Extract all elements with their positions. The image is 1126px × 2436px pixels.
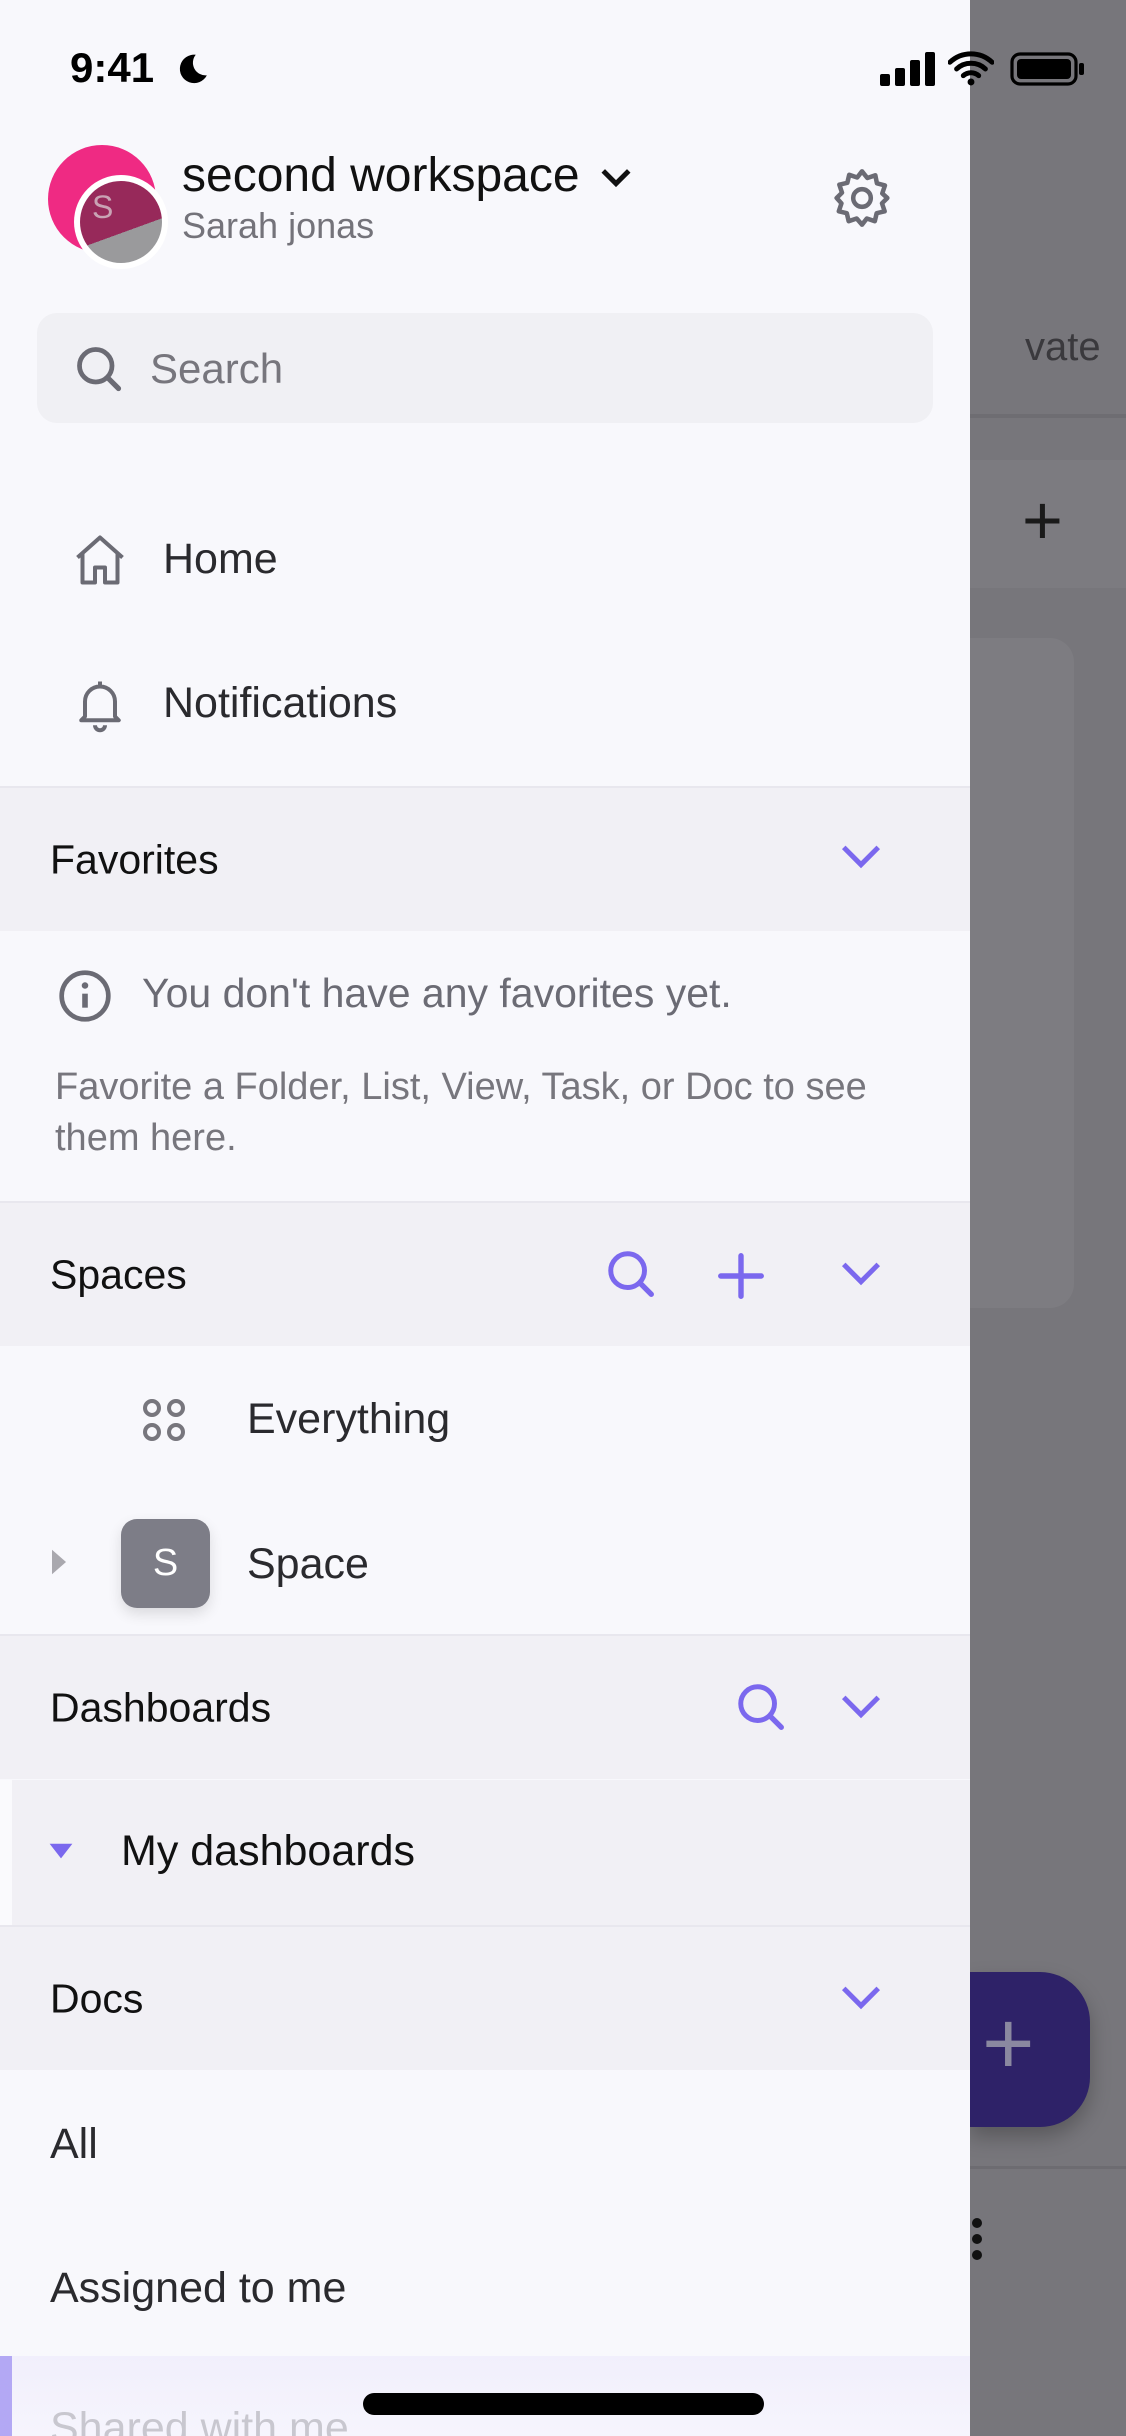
search-icon[interactable] xyxy=(734,1680,788,1734)
caret-right-icon[interactable] xyxy=(50,1548,68,1576)
spaces-header[interactable]: Spaces xyxy=(0,1201,970,1346)
home-indicator xyxy=(363,2393,764,2415)
more-icon[interactable] xyxy=(972,2218,982,2260)
search-input[interactable]: Search xyxy=(37,313,933,423)
search-icon[interactable] xyxy=(604,1247,658,1301)
battery-icon xyxy=(1010,52,1084,86)
background-tab-label: vate xyxy=(1025,325,1101,369)
moon-icon xyxy=(179,54,207,84)
plus-icon[interactable]: + xyxy=(1022,485,1063,555)
docs-item-assigned[interactable]: Assigned to me xyxy=(0,2216,970,2356)
dashboard-label: My dashboards xyxy=(121,1827,415,1875)
divider xyxy=(970,2166,1126,2169)
docs-label: Shared with me xyxy=(50,2404,349,2436)
sidebar-drawer: 9:41 S second workspace Sarah jonas Sear… xyxy=(0,0,970,2436)
grid-dots-icon xyxy=(143,1399,185,1441)
space-item-everything[interactable]: Everything xyxy=(0,1348,970,1492)
favorites-empty-description: Favorite a Folder, List, View, Task, or … xyxy=(55,1066,867,1159)
docs-item-all[interactable]: All xyxy=(0,2072,970,2216)
section-title: Favorites xyxy=(50,836,219,882)
home-icon xyxy=(76,535,124,585)
status-time: 9:41 xyxy=(70,44,155,91)
dashboard-item-my-dashboards[interactable]: My dashboards xyxy=(0,1780,970,1925)
chevron-down-icon[interactable] xyxy=(838,840,884,874)
signal-icon xyxy=(880,52,935,86)
nav-label: Notifications xyxy=(163,679,398,727)
nav-label: Home xyxy=(163,535,278,583)
info-icon xyxy=(59,970,111,1022)
section-title: Spaces xyxy=(50,1251,187,1297)
chevron-down-icon[interactable] xyxy=(838,1257,884,1291)
plus-icon: + xyxy=(982,1994,1035,2094)
chevron-down-icon xyxy=(601,169,631,188)
favorites-header[interactable]: Favorites xyxy=(0,786,970,931)
space-avatar: S xyxy=(121,1519,210,1608)
gear-icon[interactable] xyxy=(830,166,894,230)
docs-header[interactable]: Docs xyxy=(0,1925,970,2070)
chevron-down-icon[interactable] xyxy=(838,1981,884,2015)
fab-add-button[interactable]: + xyxy=(970,1972,1090,2127)
workspace-name: second workspace xyxy=(182,149,580,202)
search-placeholder: Search xyxy=(150,345,284,392)
background-card xyxy=(970,638,1074,1308)
wifi-icon xyxy=(948,51,994,86)
section-title: Dashboards xyxy=(50,1684,272,1730)
docs-label: All xyxy=(50,2120,98,2168)
chevron-down-icon[interactable] xyxy=(838,1690,884,1724)
user-name: Sarah jonas xyxy=(182,205,375,246)
nav-item-notifications[interactable]: Notifications xyxy=(0,654,970,754)
divider xyxy=(970,414,1126,418)
docs-label: Assigned to me xyxy=(50,2264,347,2312)
avatar-letter: S xyxy=(92,189,114,225)
section-title: Docs xyxy=(50,1975,144,2021)
background-screen: vate + + xyxy=(970,0,1126,2436)
space-label: Everything xyxy=(247,1395,451,1443)
nav-item-home[interactable]: Home xyxy=(0,510,970,610)
user-avatar[interactable]: S xyxy=(74,175,168,269)
space-item-space[interactable]: S Space xyxy=(0,1492,970,1634)
caret-down-icon[interactable] xyxy=(48,1842,74,1860)
dashboards-header[interactable]: Dashboards xyxy=(0,1634,970,1779)
workspace-switcher[interactable]: second workspace xyxy=(182,148,633,203)
plus-icon[interactable] xyxy=(714,1249,768,1303)
space-label: Space xyxy=(247,1540,369,1588)
bell-icon xyxy=(79,681,121,733)
search-icon xyxy=(77,347,122,392)
favorites-empty-title: You don't have any favorites yet. xyxy=(142,970,732,1016)
